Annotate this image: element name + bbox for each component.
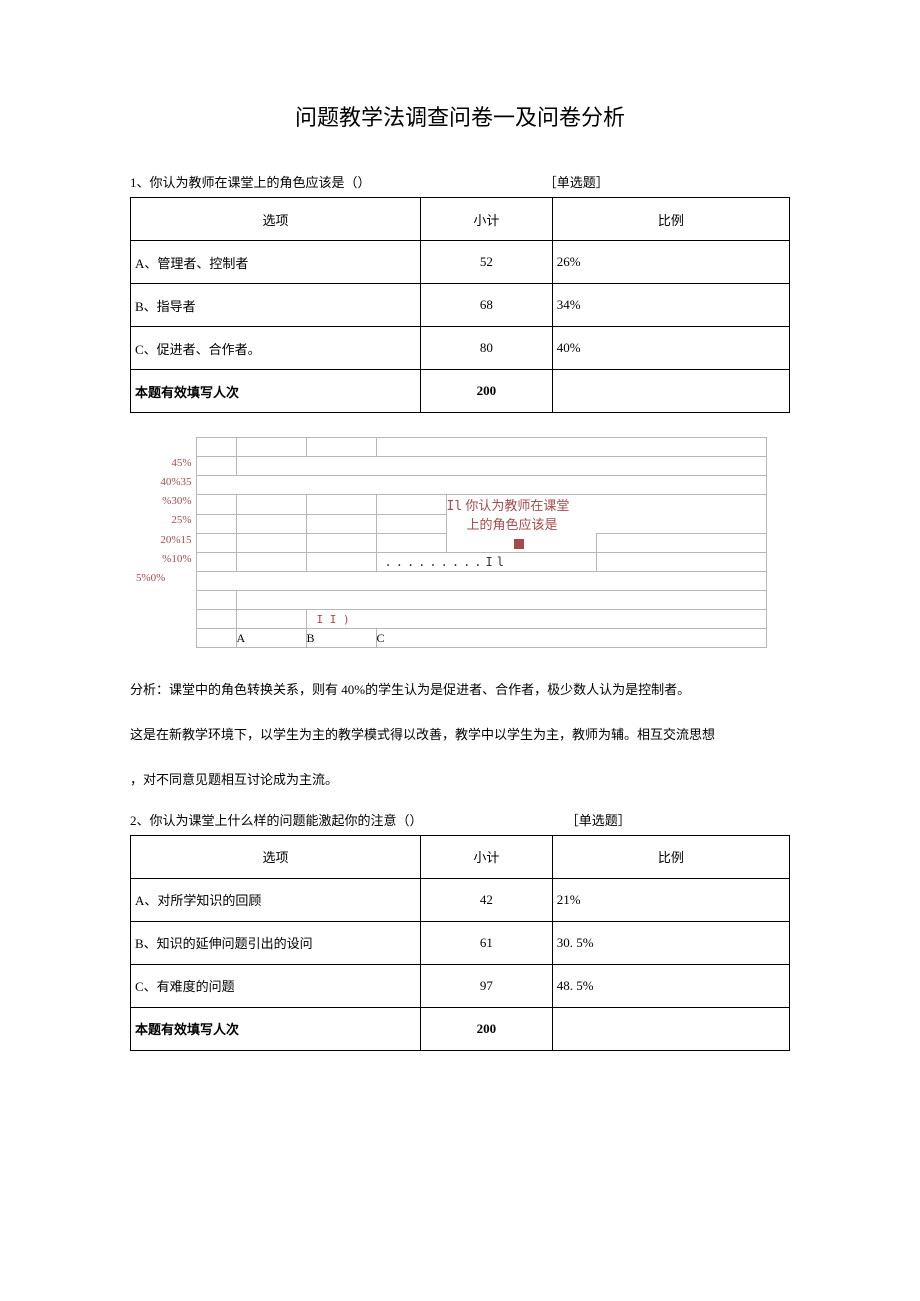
q1-tag: ［单选题］	[544, 172, 609, 191]
table-row: B、指导者 68 34%	[131, 284, 790, 327]
q1-h-ratio: 比例	[552, 198, 789, 241]
q2-h-option: 选项	[131, 835, 421, 878]
analysis-p3: ，对不同意见题相互讨论成为主流。	[130, 764, 790, 795]
ytick-25: 25%	[136, 514, 196, 534]
q2-pct-b: 30. 5%	[552, 921, 789, 964]
legend-line1: 你认为教师在课堂	[465, 498, 569, 513]
ytick-40: 40%35	[136, 476, 196, 495]
q1-h-count: 小计	[420, 198, 552, 241]
q2-tag: ［单选题］	[566, 810, 631, 829]
legend-swatch-icon	[514, 539, 524, 549]
table-row: C、促进者、合作者。 80 40%	[131, 327, 790, 370]
q2-count-b: 61	[420, 921, 552, 964]
analysis-block: 分析：课堂中的角色转换关系，则有 40%的学生认为是促进者、合作者，极少数人认为…	[130, 674, 790, 796]
chart-dots: .........Il	[385, 555, 508, 569]
ytick-5-0: 5%0%	[136, 572, 196, 591]
q1-pct-b: 34%	[552, 284, 789, 327]
q1-total-row: 本题有效填写人次 200	[131, 370, 790, 413]
chart-cat-b: B	[306, 629, 376, 648]
q2-label: 2、你认为课堂上什么样的问题能激起你的注意（）	[130, 813, 423, 828]
q2-table: 选项 小计 比例 A、对所学知识的回顾 42 21% B、知识的延伸问题引出的设…	[130, 835, 790, 1051]
q2-count-c: 97	[420, 964, 552, 1007]
q1-total-label: 本题有效填写人次	[131, 370, 421, 413]
table-row: C、有难度的问题 97 48. 5%	[131, 964, 790, 1007]
q2-count-a: 42	[420, 878, 552, 921]
q2-total-pct	[552, 1007, 789, 1050]
q2-pct-c: 48. 5%	[552, 964, 789, 1007]
q2-opt-a: A、对所学知识的回顾	[131, 878, 421, 921]
table-row: B、知识的延伸问题引出的设问 61 30. 5%	[131, 921, 790, 964]
q2-h-count: 小计	[420, 835, 552, 878]
q1-opt-a: A、管理者、控制者	[131, 241, 421, 284]
q1-count-b: 68	[420, 284, 552, 327]
q2-opt-b: B、知识的延伸问题引出的设问	[131, 921, 421, 964]
q2-header-row: 选项 小计 比例	[131, 835, 790, 878]
q1-total-pct	[552, 370, 789, 413]
q1-label: 1、你认为教师在课堂上的角色应该是（）	[130, 175, 371, 190]
q2-pct-a: 21%	[552, 878, 789, 921]
q2-total-count: 200	[420, 1007, 552, 1050]
ytick-30: %30%	[136, 495, 196, 515]
q1-opt-c: C、促进者、合作者。	[131, 327, 421, 370]
q2-total-row: 本题有效填写人次 200	[131, 1007, 790, 1050]
q1-header-row: 选项 小计 比例	[131, 198, 790, 241]
legend-line2: 上的角色应该是	[447, 517, 558, 532]
q2-h-ratio: 比例	[552, 835, 789, 878]
page-title: 问题教学法调查问卷一及问卷分析	[130, 100, 790, 132]
q1-count-c: 80	[420, 327, 552, 370]
q1-table: 选项 小计 比例 A、管理者、控制者 52 26% B、指导者 68 34% C…	[130, 197, 790, 413]
q1-opt-b: B、指导者	[131, 284, 421, 327]
q1-chart: 45% 40%35 %30% Il 你认为教师在课堂 上的角色应该是 25%	[136, 437, 766, 648]
table-row: A、管理者、控制者 52 26%	[131, 241, 790, 284]
chart-cat-a: A	[236, 629, 306, 648]
q2-opt-c: C、有难度的问题	[131, 964, 421, 1007]
chart-cat-c: C	[376, 629, 766, 648]
q1-count-a: 52	[420, 241, 552, 284]
q1-h-option: 选项	[131, 198, 421, 241]
q2-total-label: 本题有效填写人次	[131, 1007, 421, 1050]
ytick-20: 20%15	[136, 534, 196, 553]
table-row: A、对所学知识的回顾 42 21%	[131, 878, 790, 921]
ytick-45: 45%	[136, 457, 196, 476]
q1-pct-a: 26%	[552, 241, 789, 284]
q1-label-line: 1、你认为教师在课堂上的角色应该是（） ［单选题］	[130, 172, 790, 191]
q1-pct-c: 40%	[552, 327, 789, 370]
chart-axis-marks: I I )	[306, 610, 766, 629]
analysis-p1: 分析：课堂中的角色转换关系，则有 40%的学生认为是促进者、合作者，极少数人认为…	[130, 674, 790, 705]
analysis-p2: 这是在新教学环境下，以学生为主的教学模式得以改善，教学中以学生为主，教师为辅。相…	[130, 719, 790, 750]
q2-label-line: 2、你认为课堂上什么样的问题能激起你的注意（） ［单选题］	[130, 810, 790, 829]
ytick-10: %10%	[136, 553, 196, 572]
q1-total-count: 200	[420, 370, 552, 413]
legend-prefix: Il	[447, 499, 463, 514]
